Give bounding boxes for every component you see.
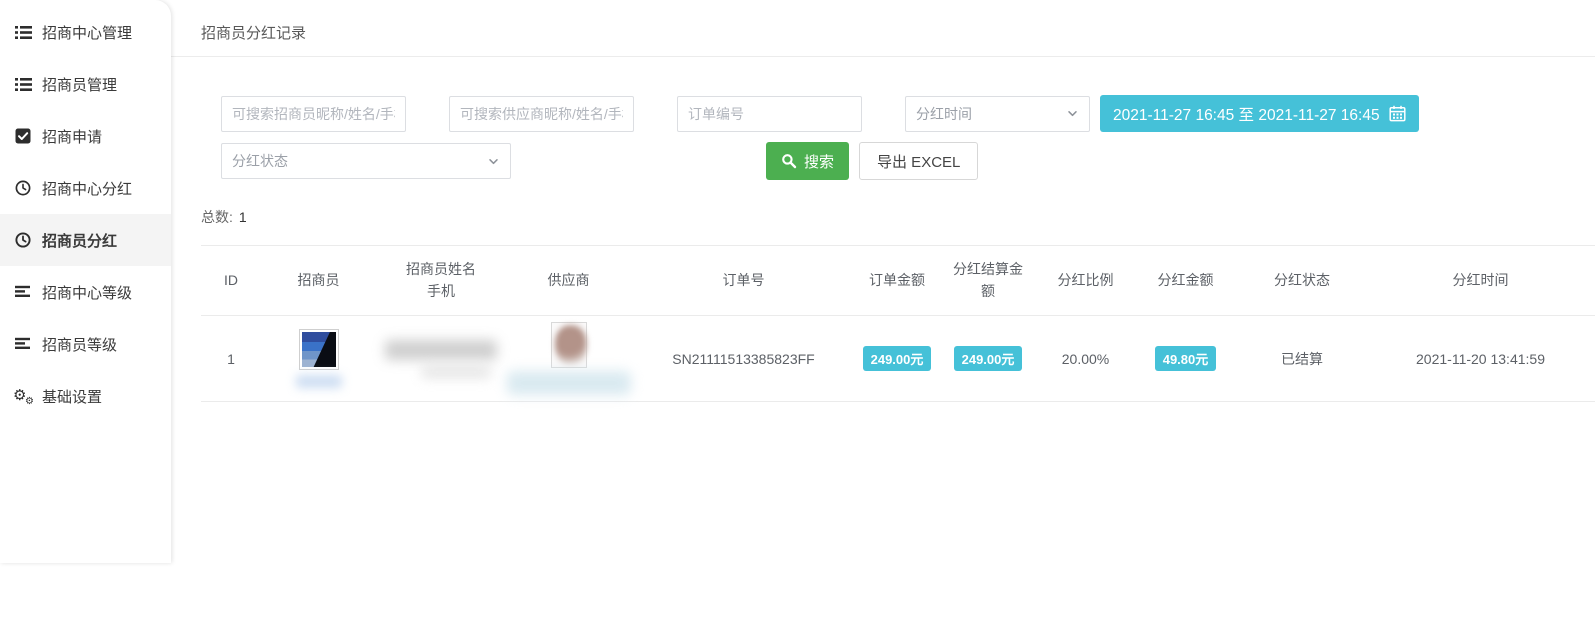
chevron-down-icon: [1066, 107, 1079, 120]
sidebar-item-recruiter-level[interactable]: 招商员等级: [0, 318, 171, 370]
sidebar-item-center-dividend[interactable]: 招商中心分红: [0, 162, 171, 214]
recruiter-avatar: [299, 329, 339, 370]
page-title: 招商员分红记录: [171, 0, 1595, 56]
dividend-time-select[interactable]: 分红时间: [905, 96, 1090, 132]
supplier-search-input[interactable]: [449, 96, 634, 132]
col-supplier: 供应商: [506, 246, 631, 316]
cell-dividend-amount: 49.80元: [1133, 316, 1238, 402]
table-header-row: ID 招商员 招商员姓名手机 供应商 订单号 订单金额 分红结算金额 分红比例 …: [201, 246, 1595, 316]
align-left-icon: [14, 337, 32, 352]
col-recruiter-name-phone: 招商员姓名手机: [376, 246, 506, 316]
col-settle-amount: 分红结算金额: [938, 246, 1038, 316]
sidebar-item-label: 招商中心等级: [42, 282, 132, 303]
sidebar-item-recruiter-dividend[interactable]: 招商员分红: [0, 214, 171, 266]
recruiter-name-blurred: [296, 375, 342, 388]
cell-order-amount: 249.00元: [856, 316, 938, 402]
cell-settle-amount: 249.00元: [938, 316, 1038, 402]
table-row: 1: [201, 316, 1595, 402]
sidebar-item-basic-settings[interactable]: ⚙⚙ 基础设置: [0, 370, 171, 422]
sidebar-item-merchant-application[interactable]: 招商申请: [0, 110, 171, 162]
col-status: 分红状态: [1238, 246, 1366, 316]
col-order-no: 订单号: [631, 246, 856, 316]
col-ratio: 分红比例: [1038, 246, 1133, 316]
cell-recruiter-name-phone: [376, 316, 506, 402]
sidebar-item-label: 基础设置: [42, 386, 102, 407]
search-button[interactable]: 搜索: [766, 142, 849, 180]
recruiter-search-input[interactable]: [221, 96, 406, 132]
sidebar-item-center-level[interactable]: 招商中心等级: [0, 266, 171, 318]
search-button-label: 搜索: [804, 151, 834, 172]
cell-recruiter: [261, 316, 376, 402]
col-dividend-amount: 分红金额: [1133, 246, 1238, 316]
settle-amount-badge: 249.00元: [954, 346, 1023, 371]
filter-row-2: 分红状态 搜索 导出 EXCEL: [221, 142, 1595, 180]
total-count-label: 总数:: [201, 209, 233, 225]
date-range-button[interactable]: 2021-11-27 16:45 至 2021-11-27 16:45: [1100, 95, 1419, 132]
cell-time: 2021-11-20 13:41:59: [1366, 316, 1595, 402]
supplier-name-blurred: [507, 371, 631, 395]
main-content: 招商员分红记录 分红时间 2021-11-27 16:45 至 2021-11-…: [171, 0, 1595, 643]
align-left-icon: [14, 285, 32, 300]
search-icon: [781, 153, 797, 169]
title-divider: [171, 56, 1595, 57]
calendar-icon: [1389, 105, 1406, 122]
order-no-input[interactable]: [677, 96, 862, 132]
date-range-text: 2021-11-27 16:45 至 2021-11-27 16:45: [1113, 103, 1380, 125]
col-order-amount: 订单金额: [856, 246, 938, 316]
recruiter-name-phone-blurred: [385, 340, 497, 360]
app-root: 招商中心管理 招商员管理 招商申请 招商中心分红 招商员分红: [0, 0, 1595, 643]
filter-row-1: 分红时间 2021-11-27 16:45 至 2021-11-27 16:45: [221, 95, 1595, 132]
cell-ratio: 20.00%: [1038, 316, 1133, 402]
sidebar-item-label: 招商员等级: [42, 334, 117, 355]
cogs-icon: ⚙⚙: [14, 388, 32, 405]
list-icon: [14, 25, 32, 40]
sidebar-item-label: 招商中心管理: [42, 22, 132, 43]
sidebar: 招商中心管理 招商员管理 招商申请 招商中心分红 招商员分红: [0, 0, 171, 563]
sidebar-item-label: 招商员分红: [42, 230, 117, 251]
cell-status: 已结算: [1238, 316, 1366, 402]
check-square-icon: [14, 128, 32, 144]
dividend-table: ID 招商员 招商员姓名手机 供应商 订单号 订单金额 分红结算金额 分红比例 …: [201, 245, 1595, 402]
supplier-avatar: [551, 322, 587, 368]
dividend-time-select-value: 分红时间: [916, 104, 972, 124]
sidebar-item-label: 招商申请: [42, 126, 102, 147]
recruiter-name-phone-blurred-2: [421, 366, 491, 378]
sidebar-item-label: 招商中心分红: [42, 178, 132, 199]
dividend-amount-badge: 49.80元: [1155, 346, 1217, 371]
total-count-value: 1: [239, 209, 247, 225]
chevron-down-icon: [487, 155, 500, 168]
cell-id: 1: [201, 316, 261, 402]
order-amount-badge: 249.00元: [863, 346, 932, 371]
col-recruiter: 招商员: [261, 246, 376, 316]
sidebar-item-recruiter-management[interactable]: 招商员管理: [0, 58, 171, 110]
col-time: 分红时间: [1366, 246, 1595, 316]
clock-icon: [14, 232, 32, 248]
sidebar-item-merchant-center-management[interactable]: 招商中心管理: [0, 6, 171, 58]
export-excel-button[interactable]: 导出 EXCEL: [859, 142, 978, 180]
total-count: 总数: 1: [201, 207, 1595, 227]
list-icon: [14, 77, 32, 92]
cell-supplier: [506, 316, 631, 402]
cell-order-no: SN21111513385823FF: [631, 316, 856, 402]
sidebar-item-label: 招商员管理: [42, 74, 117, 95]
dividend-status-select-value: 分红状态: [232, 151, 288, 171]
clock-icon: [14, 180, 32, 196]
col-id: ID: [201, 246, 261, 316]
dividend-status-select[interactable]: 分红状态: [221, 143, 511, 179]
